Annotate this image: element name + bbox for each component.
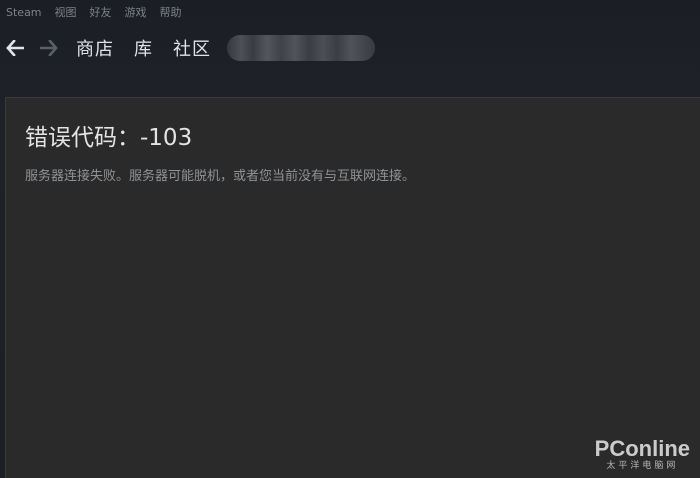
arrow-left-icon [6, 40, 24, 56]
arrow-right-icon [40, 40, 58, 56]
menu-bar: Steam 视图 好友 游戏 帮助 [0, 0, 700, 24]
nav-links: 商店 库 社区 [76, 35, 231, 61]
error-message: 服务器连接失败。服务器可能脱机，或者您当前没有与互联网连接。 [25, 169, 416, 184]
menu-item-view[interactable]: 视图 [55, 4, 77, 20]
username-blurred[interactable] [227, 35, 375, 61]
watermark-subtitle: 太平洋电脑网 [606, 461, 679, 471]
back-button[interactable] [4, 37, 26, 59]
menu-item-friends[interactable]: 好友 [90, 4, 112, 20]
forward-button[interactable] [38, 37, 60, 59]
nav-bar: 商店 库 社区 [0, 28, 700, 68]
error-code-title: 错误代码：-103 [25, 125, 193, 151]
watermark-logo: PConline 太平洋电脑网 [595, 437, 690, 472]
nav-link-store[interactable]: 商店 [76, 35, 114, 61]
error-content-panel: 错误代码：-103 服务器连接失败。服务器可能脱机，或者您当前没有与互联网连接。 [5, 97, 700, 478]
steam-window: Steam 视图 好友 游戏 帮助 商店 库 社区 错误代码：-103 服务器连… [0, 0, 700, 478]
menu-item-help[interactable]: 帮助 [160, 4, 182, 20]
nav-link-community[interactable]: 社区 [173, 35, 211, 61]
watermark-logo-text: PConline [594, 436, 690, 461]
menu-item-steam[interactable]: Steam [6, 6, 42, 19]
nav-link-library[interactable]: 库 [134, 35, 153, 61]
menu-item-games[interactable]: 游戏 [125, 4, 147, 20]
